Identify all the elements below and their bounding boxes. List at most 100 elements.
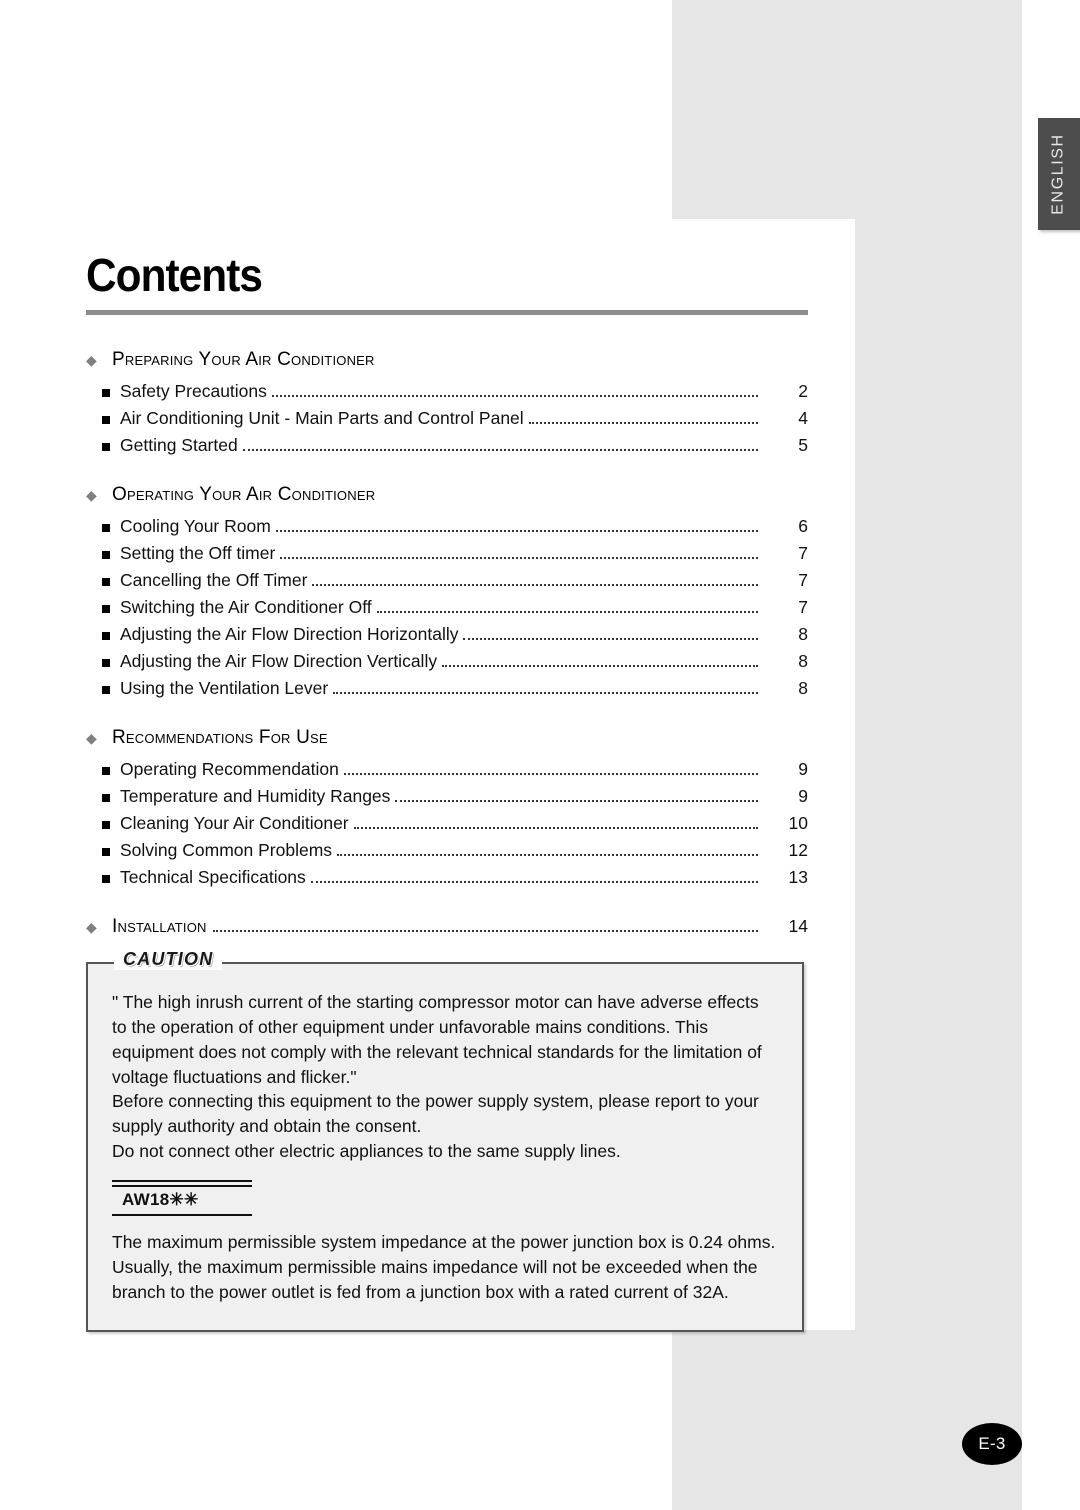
- caution-body: " The high inrush current of the startin…: [112, 990, 778, 1304]
- toc-item-label: Cancelling the Off Timer: [120, 570, 308, 590]
- toc-item-label: Safety Precautions: [120, 381, 267, 401]
- square-bullet-icon: [86, 875, 120, 883]
- caution-tag-label: CAUTION: [114, 949, 223, 970]
- toc-section-header: ◆ Recommendations For Use: [86, 727, 808, 749]
- toc-item-page: 8: [798, 651, 808, 671]
- toc-section-label: Preparing Your Air Conditioner: [112, 349, 375, 370]
- toc-item-page: 2: [798, 381, 808, 401]
- square-bullet-icon: [86, 389, 120, 397]
- toc-item-page: 7: [798, 543, 808, 563]
- diamond-bullet-icon: ◆: [86, 352, 97, 368]
- toc-item-label: Operating Recommendation: [120, 759, 339, 779]
- toc-item-label: Adjusting the Air Flow Direction Vertica…: [120, 651, 438, 671]
- toc-section-label: Operating Your Air Conditioner: [112, 484, 376, 505]
- dot-leader: [280, 557, 758, 559]
- square-bullet-icon: [86, 848, 120, 856]
- toc-item-page: 8: [798, 624, 808, 644]
- toc-item[interactable]: Setting the Off timer 7: [86, 543, 808, 570]
- dot-leader: [463, 638, 758, 640]
- toc-item[interactable]: Safety Precautions 2: [86, 381, 808, 408]
- toc-item-label: Getting Started: [120, 435, 238, 455]
- toc-item-page: 8: [798, 678, 808, 698]
- toc-section: ◆ Operating Your Air Conditioner Cooling…: [86, 484, 808, 705]
- toc-item[interactable]: Adjusting the Air Flow Direction Horizon…: [86, 624, 808, 651]
- toc-item[interactable]: Solving Common Problems 12: [86, 840, 808, 867]
- toc-item-page: 10: [788, 813, 808, 833]
- language-tab-label: ENGLISH: [1050, 133, 1068, 215]
- dot-leader: [275, 530, 758, 532]
- square-bullet-icon: [86, 821, 120, 829]
- toc-item[interactable]: Cooling Your Room 6: [86, 516, 808, 543]
- dot-leader: [333, 692, 758, 694]
- square-bullet-icon: [86, 767, 120, 775]
- square-bullet-icon: [86, 794, 120, 802]
- toc-section-label: Installation: [112, 916, 207, 937]
- toc-item[interactable]: Air Conditioning Unit - Main Parts and C…: [86, 408, 808, 435]
- toc-section-page: 14: [788, 916, 808, 936]
- dot-leader: [312, 584, 758, 586]
- toc-item-page: 7: [798, 597, 808, 617]
- toc-item-page: 9: [798, 759, 808, 779]
- diamond-bullet-icon: ◆: [86, 919, 97, 935]
- toc-item[interactable]: Technical Specifications 13: [86, 867, 808, 894]
- dot-leader: [271, 395, 758, 397]
- language-tab: ENGLISH: [1038, 118, 1080, 230]
- model-rule-top: [112, 1179, 252, 1187]
- page-decoration-top-right: [672, 0, 1022, 219]
- toc-item-label: Cleaning Your Air Conditioner: [120, 813, 349, 833]
- toc-item[interactable]: Temperature and Humidity Ranges 9: [86, 786, 808, 813]
- toc-item-label: Using the Ventilation Lever: [120, 678, 329, 698]
- dot-leader: [310, 881, 758, 883]
- square-bullet-icon: [86, 605, 120, 613]
- model-name: AW18✳✳: [122, 1189, 199, 1209]
- page-content: Contents ◆ Preparing Your Air Conditione…: [86, 252, 808, 948]
- toc-item-label: Air Conditioning Unit - Main Parts and C…: [120, 408, 524, 428]
- toc-item-page: 9: [798, 786, 808, 806]
- toc-item[interactable]: Using the Ventilation Lever 8: [86, 678, 808, 705]
- page-decoration-right-column: [855, 219, 1022, 1330]
- caution-paragraph-2: Before connecting this equipment to the …: [112, 1091, 759, 1137]
- toc-section-installation[interactable]: ◆ Installation 14: [86, 916, 808, 938]
- dot-leader: [442, 665, 758, 667]
- toc-item-label: Adjusting the Air Flow Direction Horizon…: [120, 624, 459, 644]
- toc-section: ◆ Preparing Your Air Conditioner Safety …: [86, 349, 808, 462]
- toc-item[interactable]: Adjusting the Air Flow Direction Vertica…: [86, 651, 808, 678]
- dot-leader: [337, 854, 758, 856]
- model-label-group: AW18✳✳: [112, 1179, 252, 1216]
- toc-item[interactable]: Cleaning Your Air Conditioner 10: [86, 813, 808, 840]
- diamond-bullet-icon: ◆: [86, 487, 97, 503]
- square-bullet-icon: [86, 659, 120, 667]
- caution-paragraph-1: " The high inrush current of the startin…: [112, 992, 762, 1087]
- toc-item-label: Setting the Off timer: [120, 543, 276, 563]
- dot-leader: [528, 422, 758, 424]
- page-decoration-bottom-right: [672, 1330, 1022, 1510]
- diamond-bullet-icon: ◆: [86, 730, 97, 746]
- square-bullet-icon: [86, 524, 120, 532]
- dot-leader: [242, 449, 758, 451]
- caution-paragraph-3: Do not connect other electric appliances…: [112, 1141, 621, 1162]
- toc-item-label: Switching the Air Conditioner Off: [120, 597, 372, 617]
- caution-panel: " The high inrush current of the startin…: [86, 949, 804, 1333]
- toc-item-page: 4: [798, 408, 808, 428]
- toc-item-label: Technical Specifications: [120, 867, 306, 887]
- toc-item-page: 13: [788, 867, 808, 887]
- toc-section-header: ◆ Operating Your Air Conditioner: [86, 484, 808, 506]
- toc-item-page: 7: [798, 570, 808, 590]
- toc-item[interactable]: Getting Started 5: [86, 435, 808, 462]
- toc-item-page: 6: [798, 516, 808, 536]
- square-bullet-icon: [86, 578, 120, 586]
- dot-leader: [212, 930, 758, 932]
- toc-item-page: 5: [798, 435, 808, 455]
- toc-item[interactable]: Operating Recommendation 9: [86, 759, 808, 786]
- toc-item[interactable]: Cancelling the Off Timer 7: [86, 570, 808, 597]
- dot-leader: [343, 773, 758, 775]
- toc-section-header: ◆ Preparing Your Air Conditioner: [86, 349, 808, 371]
- dot-leader: [353, 827, 758, 829]
- caution-box: " The high inrush current of the startin…: [86, 962, 804, 1333]
- dot-leader: [376, 611, 758, 613]
- toc-item[interactable]: Switching the Air Conditioner Off 7: [86, 597, 808, 624]
- square-bullet-icon: [86, 632, 120, 640]
